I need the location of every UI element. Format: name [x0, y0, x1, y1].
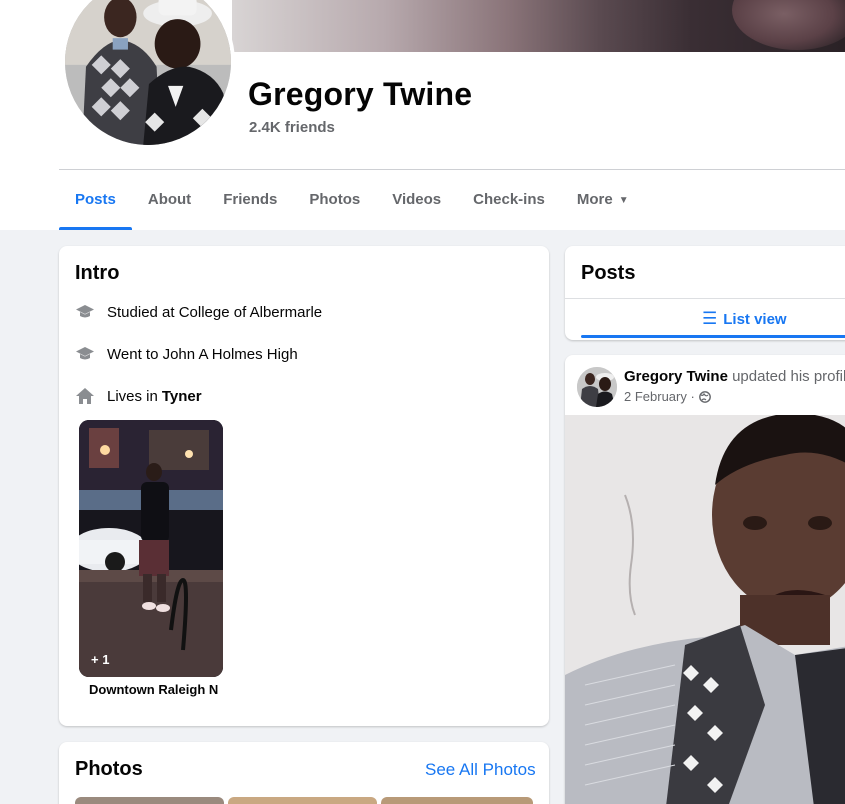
- home-icon: [76, 388, 94, 404]
- profile-header: Gregory Twine 2.4K friends Posts About F…: [0, 0, 845, 230]
- tab-photos[interactable]: Photos: [293, 170, 376, 230]
- tab-check-ins[interactable]: Check-ins: [457, 170, 561, 230]
- intro-education-college: Studied at College of Albermarle: [75, 302, 322, 322]
- post-card: Gregory Twine updated his profil 2 Febru…: [565, 355, 845, 804]
- photo-thumbnail[interactable]: [228, 797, 377, 804]
- tab-label: Posts: [75, 191, 116, 208]
- profile-tabs: Posts About Friends Photos Videos Check-…: [59, 170, 645, 230]
- posts-divider: [565, 298, 845, 299]
- featured-street-photo: [79, 420, 223, 677]
- posts-title: Posts: [581, 262, 636, 284]
- tab-label: More: [576, 191, 613, 208]
- post-author-name[interactable]: Gregory Twine: [624, 368, 728, 385]
- lives-in-prefix: Lives in: [107, 387, 158, 405]
- see-all-photos-link[interactable]: See All Photos: [425, 760, 536, 780]
- tab-label: Photos: [309, 191, 361, 208]
- post-profile-photo[interactable]: [565, 415, 845, 804]
- list-view-underline: [581, 335, 845, 338]
- caret-down-icon: ▼: [618, 195, 629, 206]
- friends-count[interactable]: 2.4K friends: [249, 119, 335, 136]
- intro-education-high-school: Went to John A Holmes High: [75, 344, 298, 364]
- tab-friends[interactable]: Friends: [207, 170, 293, 230]
- posts-header-card: Posts ☰ List view: [565, 246, 845, 340]
- photos-card: Photos See All Photos: [59, 742, 549, 804]
- tab-about[interactable]: About: [132, 170, 207, 230]
- photo-thumbnail[interactable]: [75, 797, 224, 804]
- intro-item-text: Studied at College of Albermarle: [107, 303, 323, 321]
- list-icon: ☰: [702, 309, 718, 328]
- list-view-label: List view: [723, 310, 787, 328]
- tab-label: About: [147, 191, 192, 208]
- post-action-text: updated his profil: [732, 368, 845, 385]
- lives-in-place[interactable]: Tyner: [162, 388, 202, 405]
- cover-photo[interactable]: [232, 0, 845, 52]
- intro-item-text: Went to John A Holmes High: [107, 345, 298, 363]
- featured-caption[interactable]: Downtown Raleigh N: [89, 682, 218, 697]
- list-view-tab[interactable]: ☰ List view: [702, 309, 787, 329]
- post-author-avatar[interactable]: [577, 367, 617, 407]
- graduation-cap-icon: [76, 347, 94, 360]
- post-date[interactable]: 2 February ·: [624, 389, 695, 404]
- author-avatar-photo: [577, 367, 617, 407]
- tab-label: Videos: [392, 191, 442, 208]
- post-meta: 2 February ·: [624, 389, 711, 404]
- profile-photo: [65, 0, 231, 145]
- globe-icon: [698, 390, 711, 403]
- intro-card: Intro Studied at College of Albermarle W…: [59, 246, 549, 726]
- graduation-cap-icon: [76, 305, 94, 318]
- profile-name: Gregory Twine: [248, 76, 473, 112]
- tab-videos[interactable]: Videos: [376, 170, 457, 230]
- photos-title: Photos: [75, 758, 143, 780]
- tab-more[interactable]: More ▼: [561, 170, 645, 230]
- tab-label: Check-ins: [473, 191, 545, 208]
- tab-label: Friends: [223, 191, 278, 208]
- post-header-text: Gregory Twine updated his profil: [624, 368, 845, 385]
- intro-lives-in: Lives in Tyner: [75, 386, 202, 406]
- profile-avatar[interactable]: [61, 0, 235, 149]
- intro-title: Intro: [75, 262, 120, 284]
- featured-photo[interactable]: + 1: [79, 420, 223, 677]
- photo-thumbnail[interactable]: [381, 797, 533, 804]
- tab-posts[interactable]: Posts: [59, 170, 132, 230]
- featured-count: + 1: [91, 652, 110, 667]
- post-photo-content: [565, 415, 845, 804]
